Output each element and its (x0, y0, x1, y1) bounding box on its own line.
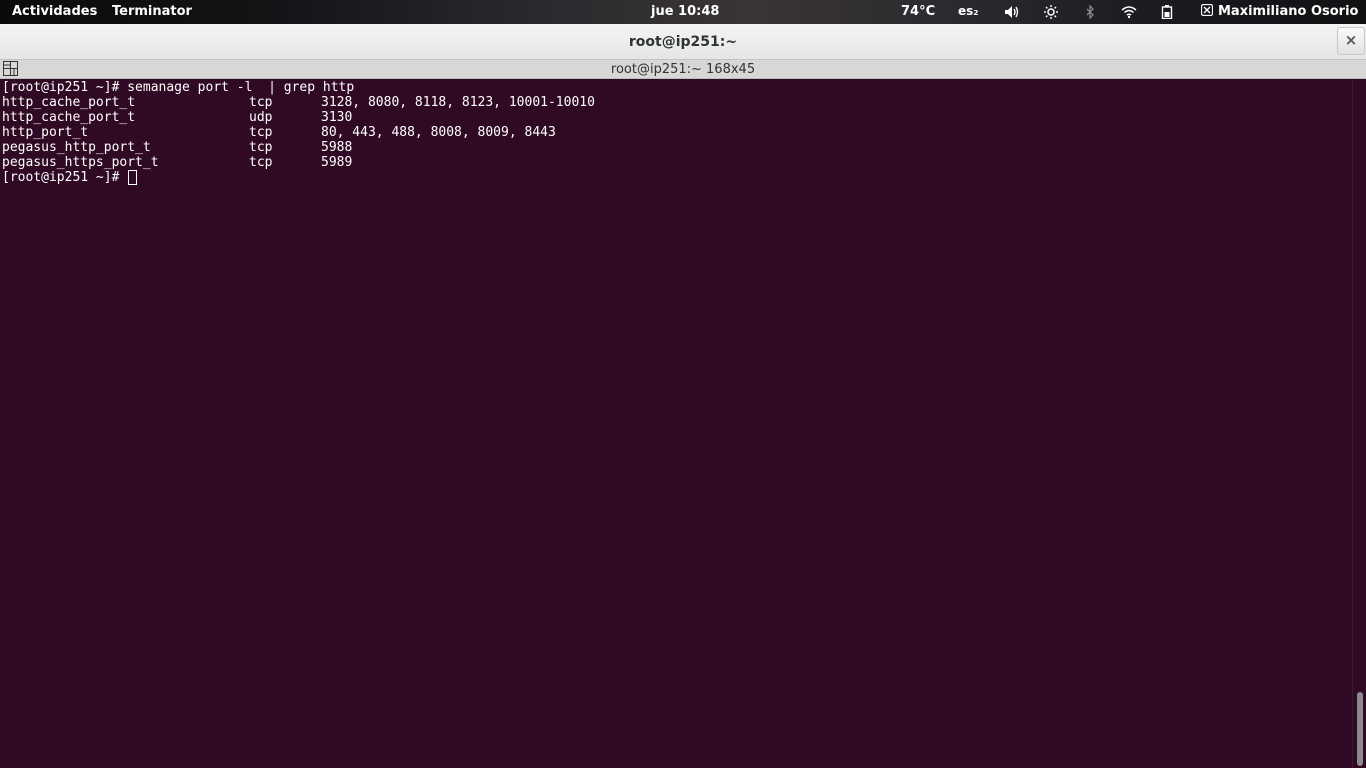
port-protocol: tcp (249, 155, 273, 170)
port-type: http_port_t (2, 125, 89, 140)
port-protocol: udp (249, 110, 273, 125)
output-row: pegasus_http_port_t tcp 5988 (2, 140, 354, 155)
output-row: pegasus_https_port_t tcp 5989 (2, 155, 354, 170)
port-type: pegasus_https_port_t (2, 155, 159, 170)
volume-icon[interactable] (1004, 0, 1020, 24)
brightness-icon[interactable] (1043, 0, 1059, 24)
output-row: http_cache_port_t tcp 3128, 8080, 8118, … (2, 95, 595, 110)
app-menu-button[interactable]: Terminator (112, 0, 192, 24)
prompt: [root@ip251 ~]# (2, 170, 128, 185)
bluetooth-icon[interactable] (1083, 0, 1097, 24)
output-row: http_cache_port_t udp 3130 (2, 110, 354, 125)
port-numbers: 5988 (321, 140, 353, 155)
clock[interactable]: jue 10:48 (651, 0, 719, 24)
user-icon (1200, 0, 1214, 23)
port-numbers: 3128, 8080, 8118, 8123, 10001-10010 (321, 95, 595, 110)
user-menu[interactable]: Maximiliano Osorio (1200, 0, 1359, 24)
terminal-scrollbar[interactable] (1352, 80, 1366, 768)
temperature-indicator[interactable]: 74°C (901, 0, 935, 24)
port-type: http_cache_port_t (2, 110, 136, 125)
port-type: pegasus_http_port_t (2, 140, 151, 155)
terminal-titlebar[interactable]: root@ip251:~ 168x45 (0, 60, 1366, 79)
terminal-title: root@ip251:~ 168x45 (610, 62, 756, 77)
port-type: http_cache_port_t (2, 95, 136, 110)
port-protocol: tcp (249, 140, 273, 155)
port-numbers: 3130 (321, 110, 353, 125)
wifi-icon[interactable] (1121, 0, 1137, 24)
close-button[interactable]: × (1337, 27, 1365, 55)
keyboard-layout-indicator[interactable]: es₂ (958, 0, 979, 24)
activities-button[interactable]: Actividades (12, 0, 97, 24)
output-row: http_port_t tcp 80, 443, 488, 8008, 8009… (2, 125, 556, 140)
command-line: [root@ip251 ~]# semanage port -l | grep … (2, 80, 355, 95)
user-name: Maximiliano Osorio (1218, 4, 1359, 19)
port-numbers: 5989 (321, 155, 353, 170)
port-protocol: tcp (249, 95, 273, 110)
terminal-area[interactable]: [root@ip251 ~]# semanage port -l | grep … (0, 80, 1352, 768)
scrollbar-thumb[interactable] (1357, 692, 1363, 766)
top-panel: Actividades Terminator jue 10:48 74°C es… (0, 0, 1366, 24)
port-protocol: tcp (249, 125, 273, 140)
window-title: root@ip251:~ (628, 34, 738, 50)
window-titlebar[interactable]: root@ip251:~ × (0, 24, 1366, 60)
port-numbers: 80, 443, 488, 8008, 8009, 8443 (321, 125, 556, 140)
battery-icon[interactable] (1161, 0, 1173, 24)
text-cursor (128, 170, 138, 185)
prompt-line[interactable]: [root@ip251 ~]# (2, 170, 354, 185)
